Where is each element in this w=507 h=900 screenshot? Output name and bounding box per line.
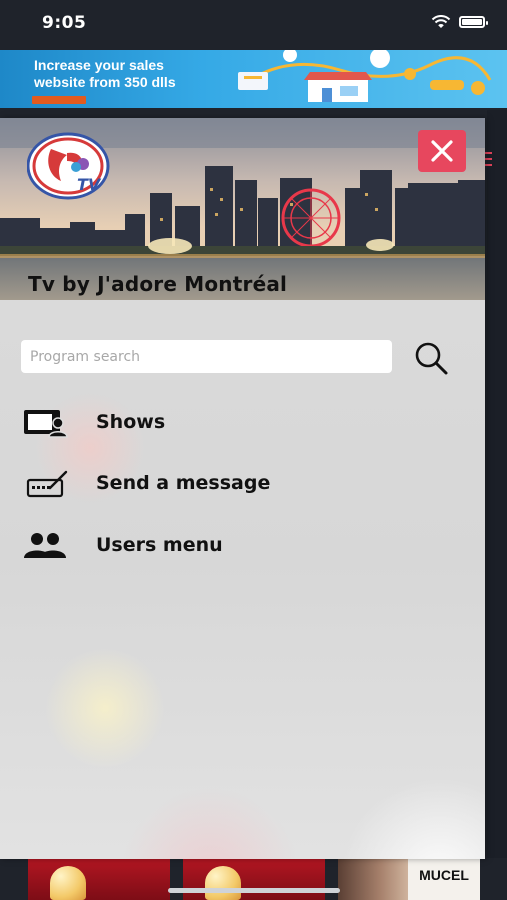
menu-item-shows[interactable]: Shows	[18, 401, 458, 443]
status-time: 9:05	[42, 13, 87, 33]
status-icons	[431, 15, 488, 29]
keyboard-pen-icon	[26, 470, 68, 498]
program-search-input[interactable]	[21, 340, 392, 373]
drawer-title: Tv by J'adore Montréal	[28, 272, 288, 296]
menu-item-users-menu[interactable]: Users menu	[18, 524, 458, 566]
close-icon	[431, 140, 453, 162]
close-button[interactable]	[418, 130, 466, 172]
home-indicator	[168, 888, 340, 893]
menu-item-label: Shows	[96, 411, 166, 433]
status-bar: 9:05	[0, 0, 507, 48]
person-thumbnail[interactable]	[338, 858, 408, 900]
side-drawer: TV Tv by J'adore Montréal Shows	[0, 118, 485, 859]
search-icon	[415, 342, 448, 375]
text-thumbnail[interactable]: MUCEL	[408, 858, 480, 900]
menu-item-label: Users menu	[96, 534, 223, 556]
svg-text:TV: TV	[77, 175, 102, 194]
battery-icon	[459, 16, 488, 28]
menu-item-send-message[interactable]: Send a message	[18, 462, 458, 504]
search-button[interactable]	[411, 340, 451, 376]
ad-headline: Increase your sales	[34, 57, 164, 73]
users-icon	[24, 533, 66, 558]
bottom-thumbnails: MUCEL	[0, 858, 507, 900]
ad-more-info-button[interactable]	[32, 96, 86, 104]
ad-banner[interactable]: Increase your sales website from 350 dll…	[0, 50, 507, 108]
ecommerce-illustration	[238, 50, 492, 102]
ad-subline: website from 350 dlls	[34, 74, 176, 90]
jadore-montreal-tv-logo: TV	[27, 132, 110, 200]
menu-item-label: Send a message	[96, 472, 271, 494]
popcorn-thumbnail[interactable]	[28, 858, 170, 900]
menu-icon[interactable]	[484, 152, 492, 170]
drawer-header: TV Tv by J'adore Montréal	[0, 118, 485, 300]
wifi-icon	[431, 15, 451, 28]
underlying-screen	[487, 110, 507, 860]
tv-user-icon	[24, 410, 68, 438]
popcorn-thumbnail[interactable]	[183, 858, 325, 900]
